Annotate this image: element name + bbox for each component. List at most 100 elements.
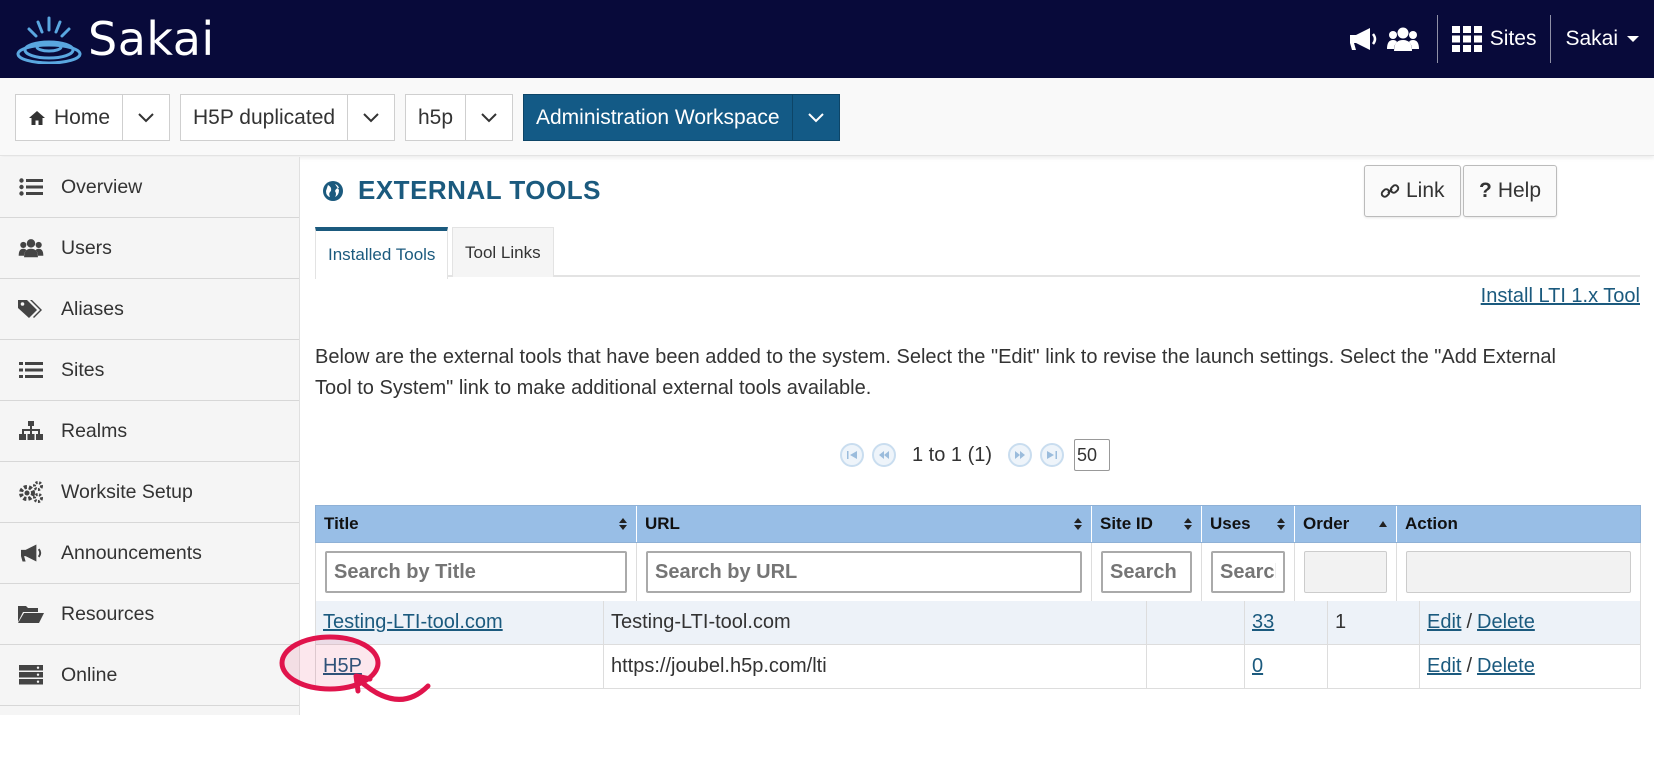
site-nav-bar: Home H5P duplicated h5p Administration W… [0, 78, 1654, 156]
chevron-down-icon [807, 112, 824, 122]
sidebar-item-users[interactable]: Users [0, 218, 299, 279]
folder-open-icon [18, 603, 44, 625]
site-h5p-dropdown[interactable] [466, 95, 512, 140]
site-id-search-input[interactable] [1101, 551, 1192, 593]
cell-site-id [1147, 645, 1245, 688]
site-home-link[interactable]: Home [16, 95, 124, 140]
column-header-uses[interactable]: Uses [1202, 506, 1295, 542]
sakai-logo-icon [16, 16, 82, 64]
title-search-input[interactable] [325, 551, 627, 593]
site-h5p-duplicated-button[interactable]: H5P duplicated [180, 94, 396, 141]
table-row: H5P https://joubel.h5p.com/lti 0 Edit / … [315, 645, 1641, 689]
globe-icon [323, 180, 343, 201]
filter-cell-order [1295, 543, 1397, 601]
page-size-value: 50 [1077, 444, 1098, 465]
site-h5p-duplicated-link[interactable]: H5P duplicated [181, 95, 349, 140]
sidebar-item-aliases[interactable]: Aliases [0, 279, 299, 340]
site-admin-workspace-link[interactable]: Administration Workspace [524, 95, 793, 140]
sidebar-item-label: Resources [61, 602, 155, 625]
column-header-title[interactable]: Title [316, 506, 637, 542]
page-size-select[interactable]: 50 [1074, 439, 1111, 471]
grid-icon [1451, 26, 1482, 52]
tab-label: Tool Links [465, 242, 541, 262]
site-h5p-duplicated-dropdown[interactable] [348, 95, 394, 140]
sidebar-item-label: Aliases [61, 297, 124, 320]
delete-link[interactable]: Delete [1477, 611, 1535, 634]
help-button[interactable]: ? Help [1463, 165, 1558, 217]
user-label: Sakai [1565, 27, 1618, 50]
sort-icon [619, 518, 627, 530]
top-header: Sakai Sites Sakai [0, 0, 1654, 78]
previous-page-icon[interactable] [872, 443, 896, 467]
site-admin-workspace-label: Administration Workspace [536, 105, 780, 129]
action-filter-disabled [1406, 551, 1631, 593]
sidebar-item-resources[interactable]: Resources [0, 584, 299, 645]
user-menu[interactable]: Sakai [1565, 27, 1640, 51]
column-label: Title [324, 514, 359, 533]
filter-cell-site-id [1092, 543, 1202, 601]
caret-down-icon [1627, 36, 1639, 42]
cell-site-id [1147, 601, 1245, 644]
megaphone-icon [18, 542, 44, 564]
cell-uses: 33 [1245, 601, 1328, 644]
site-admin-workspace-button[interactable]: Administration Workspace [523, 94, 840, 141]
column-header-url[interactable]: URL [637, 506, 1092, 542]
server-icon [18, 664, 44, 686]
tab-installed-tools[interactable]: Installed Tools [315, 227, 449, 279]
tool-title-link[interactable]: H5P [323, 655, 362, 678]
url-search-input[interactable] [646, 551, 1082, 593]
site-h5p-link[interactable]: h5p [406, 95, 467, 140]
link-button[interactable]: Link [1364, 165, 1461, 217]
edit-link[interactable]: Edit [1427, 611, 1461, 634]
install-lti-link[interactable]: Install LTI 1.x Tool [1481, 285, 1640, 308]
sidebar-item-realms[interactable]: Realms [0, 401, 299, 462]
site-home-button[interactable]: Home [15, 94, 171, 141]
megaphone-icon[interactable] [1343, 19, 1383, 59]
list-icon [18, 176, 44, 198]
uses-link[interactable]: 0 [1252, 655, 1263, 678]
list-icon [18, 359, 44, 381]
cell-title: H5P [316, 645, 604, 688]
users-icon[interactable] [1383, 19, 1423, 59]
tab-tool-links[interactable]: Tool Links [452, 227, 554, 277]
tool-title-link[interactable]: Testing-LTI-tool.com [323, 611, 503, 634]
column-label: URL [645, 514, 680, 533]
link-icon [1380, 184, 1400, 198]
sites-button[interactable]: Sites [1451, 26, 1537, 52]
cell-title: Testing-LTI-tool.com [316, 601, 604, 644]
uses-search-input[interactable] [1211, 551, 1285, 593]
sidebar-item-overview[interactable]: Overview [0, 157, 299, 218]
uses-link[interactable]: 33 [1252, 611, 1274, 634]
description-text: Below are the external tools that have b… [315, 346, 1556, 399]
sidebar-item-label: Sites [61, 358, 105, 381]
tab-label: Installed Tools [328, 245, 436, 264]
sort-icon [1074, 518, 1082, 530]
top-right-controls: Sites Sakai [1343, 0, 1654, 78]
column-header-order[interactable]: Order [1295, 506, 1397, 542]
column-header-site-id[interactable]: Site ID [1092, 506, 1202, 542]
column-label: Uses [1210, 514, 1251, 533]
sites-label: Sites [1489, 27, 1537, 50]
sidebar-item-announcements[interactable]: Announcements [0, 523, 299, 584]
first-page-icon[interactable] [840, 443, 864, 467]
brand-name: Sakai [88, 12, 215, 66]
cell-uses: 0 [1245, 645, 1328, 688]
sidebar-item-online[interactable]: Online [0, 645, 299, 706]
column-label: Action [1405, 514, 1458, 533]
site-home-dropdown[interactable] [123, 95, 169, 140]
edit-link[interactable]: Edit [1427, 655, 1461, 678]
cell-order: 1 [1328, 601, 1420, 644]
cell-action: Edit / Delete [1420, 601, 1640, 644]
next-page-icon[interactable] [1008, 443, 1033, 467]
site-h5p-button[interactable]: h5p [405, 94, 514, 141]
sakai-logo[interactable]: Sakai [16, 10, 215, 68]
delete-link[interactable]: Delete [1477, 655, 1535, 678]
users-icon [18, 237, 44, 259]
sort-icon [1184, 518, 1192, 530]
chevron-down-icon [363, 112, 379, 122]
tools-table: Title URL Site ID Uses Order Action Sear… [315, 505, 1641, 689]
sidebar-item-worksite-setup[interactable]: Worksite Setup [0, 462, 299, 523]
site-admin-workspace-dropdown[interactable] [793, 95, 839, 140]
last-page-icon[interactable] [1040, 443, 1065, 467]
sidebar-item-sites[interactable]: Sites [0, 340, 299, 401]
